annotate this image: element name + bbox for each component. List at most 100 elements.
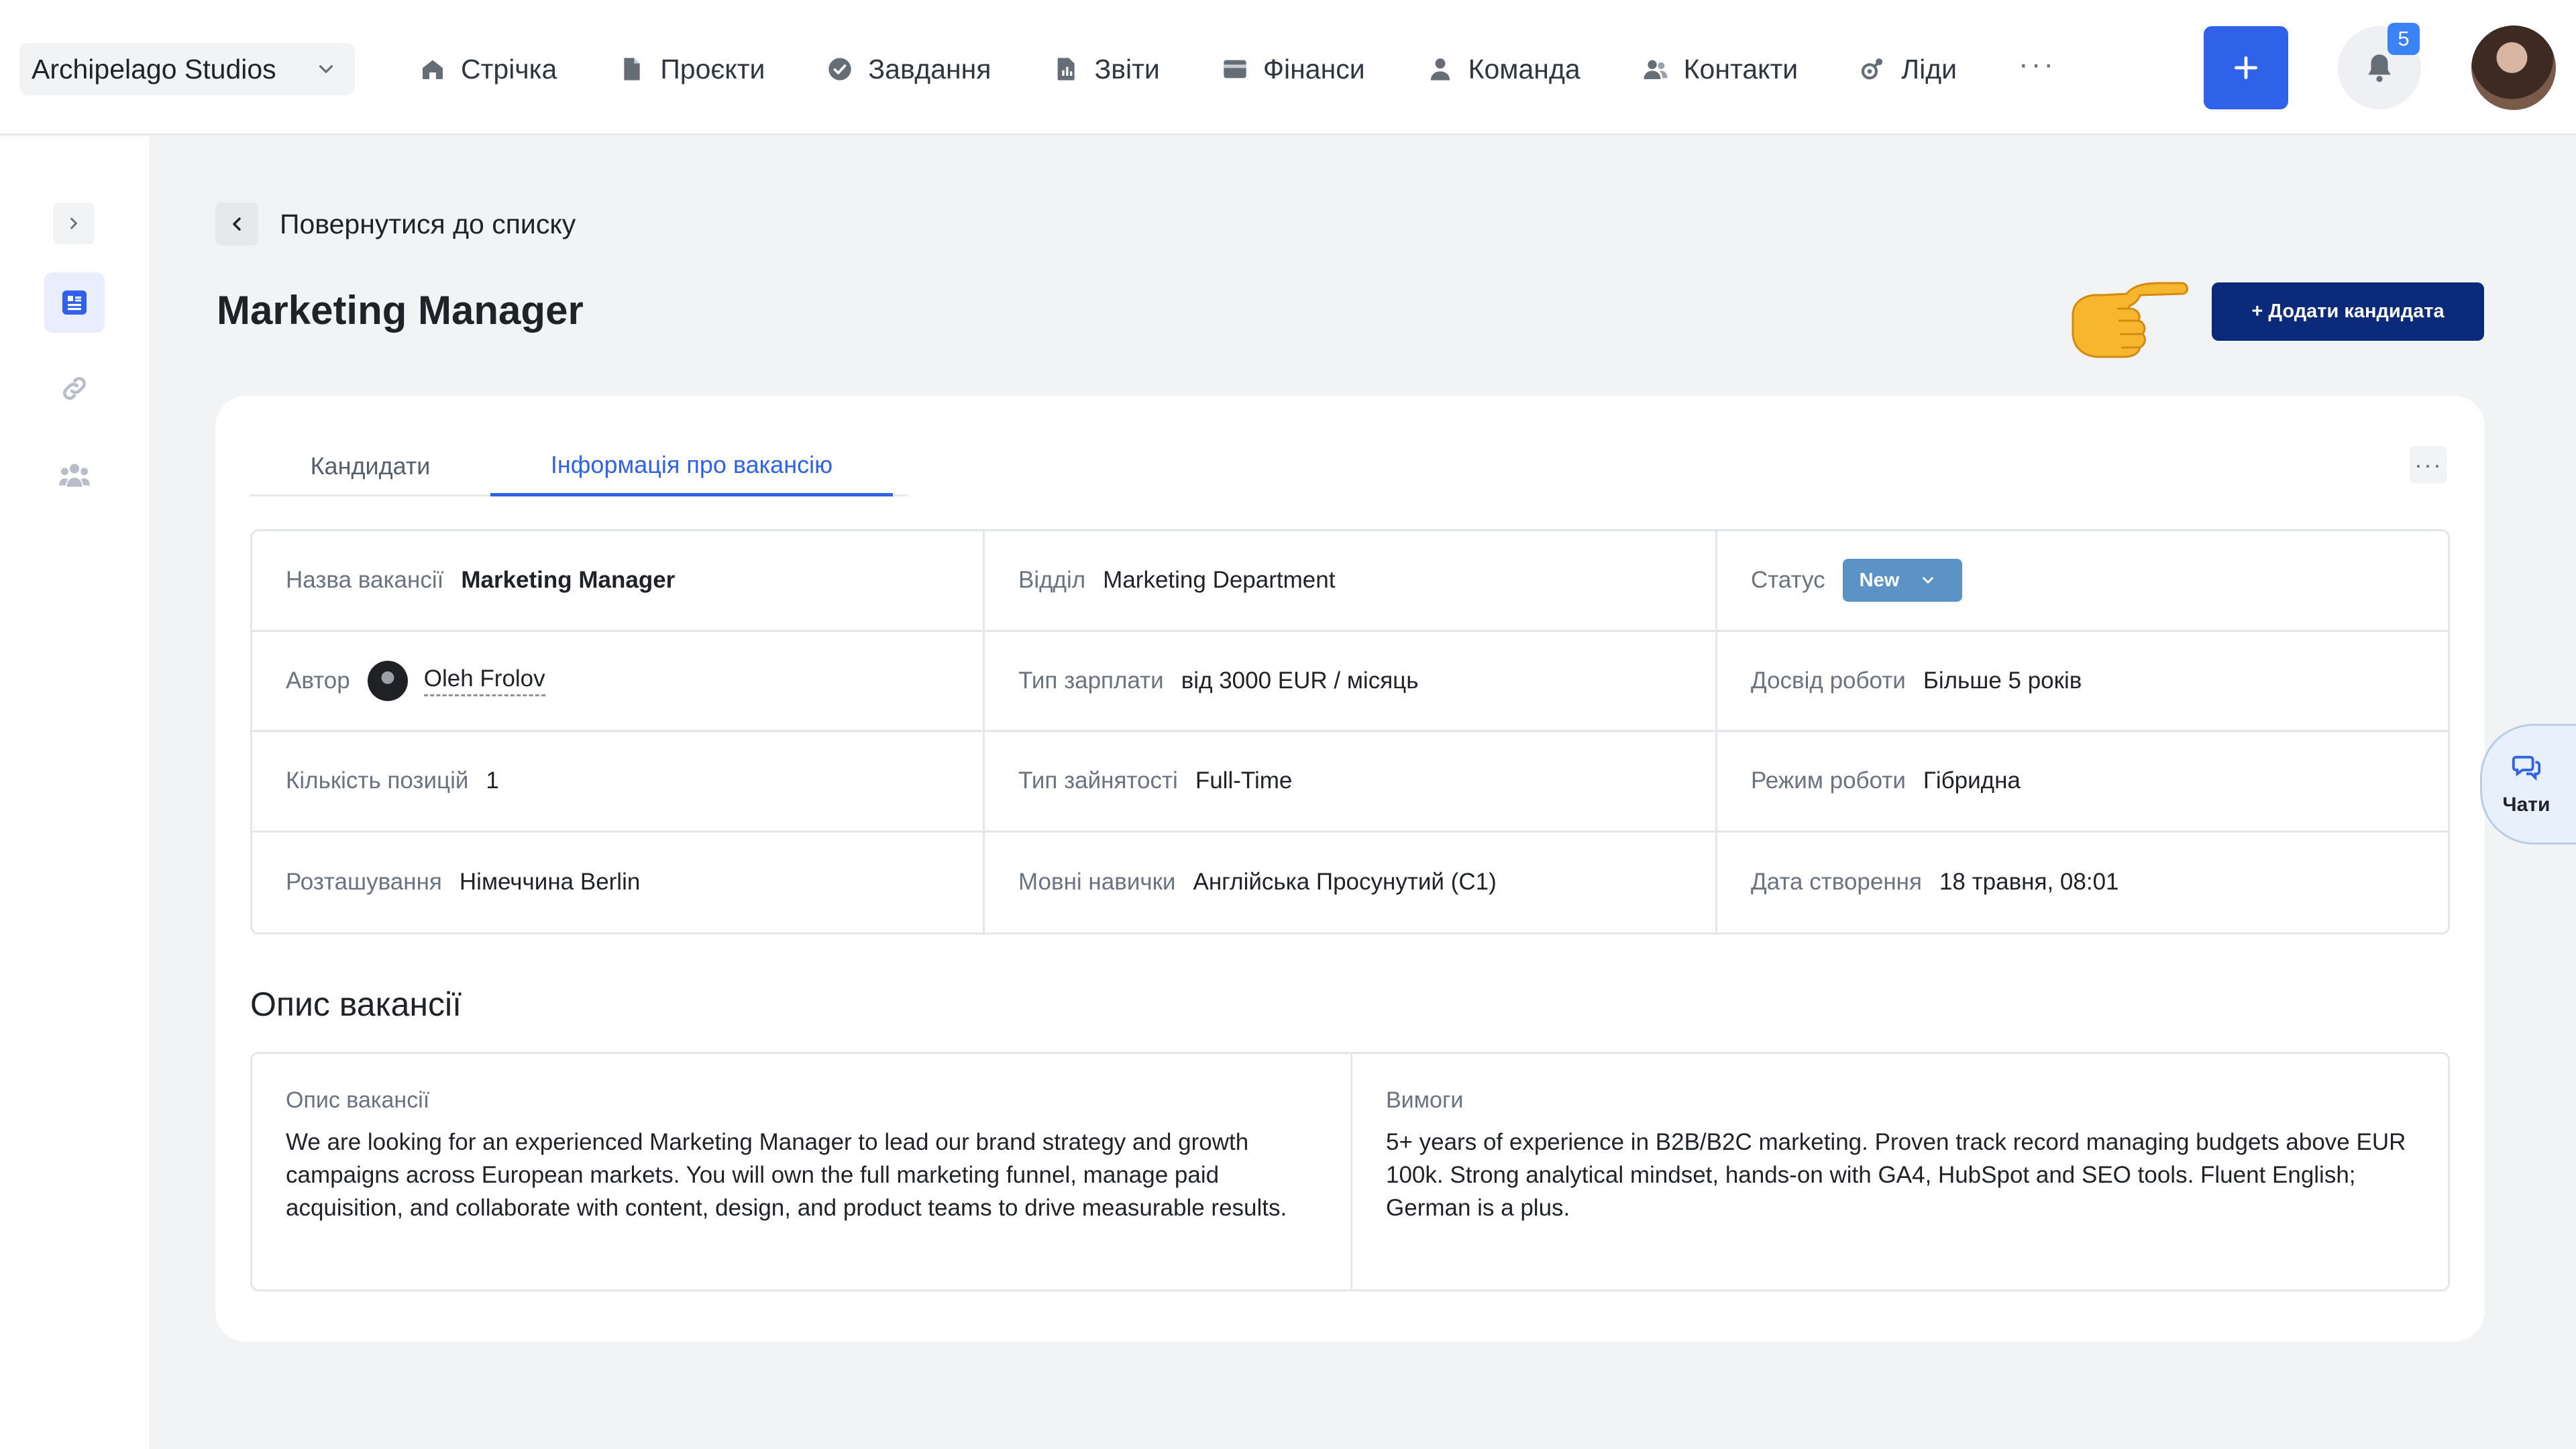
- company-selector[interactable]: Archipelago Studios: [19, 43, 355, 95]
- nav-item-label: Звіти: [1094, 53, 1160, 85]
- description-section-title: Опис вакансії: [250, 985, 462, 1023]
- nav-item-contacts[interactable]: Контакти: [1642, 43, 1799, 95]
- check-circle-icon: [828, 58, 852, 80]
- field-label: Назва вакансії: [286, 567, 444, 594]
- vacancy-card: Кандидати Інформація про вакансію ··· На…: [215, 396, 2485, 1342]
- nav-item-leads[interactable]: Ліди: [1860, 43, 1957, 95]
- field-value: Англійська Просунутий (C1): [1193, 869, 1497, 896]
- field-label: Мовні навички: [1018, 869, 1176, 896]
- leads-icon: [1862, 58, 1883, 80]
- user-icon: [1430, 58, 1450, 80]
- sidebar-item-team[interactable]: [44, 445, 105, 506]
- info-languages: Мовні навички Англійська Просунутий (C1): [985, 832, 1717, 932]
- home-icon: [423, 60, 443, 79]
- info-salary-type: Тип зарплати від 3000 EUR / місяць: [985, 631, 1717, 732]
- nav-item-label: Контакти: [1683, 53, 1799, 85]
- quick-add-button[interactable]: [2204, 26, 2288, 109]
- notifications-badge: 5: [2387, 23, 2420, 55]
- info-department: Відділ Marketing Department: [985, 531, 1717, 632]
- field-label: Статус: [1751, 567, 1825, 594]
- info-work-mode: Режим роботи Гібридна: [1717, 732, 2448, 833]
- field-label: Режим роботи: [1751, 767, 1906, 794]
- nav-more-button[interactable]: ···: [2019, 48, 2056, 81]
- vacancy-info-grid: Назва вакансії Marketing Manager Відділ …: [250, 529, 2450, 934]
- field-value: Гібридна: [1923, 767, 2021, 794]
- field-value: Більше 5 років: [1923, 667, 2082, 694]
- nav-item-label: Команда: [1468, 53, 1580, 85]
- tab-candidates[interactable]: Кандидати: [250, 436, 490, 496]
- top-bar: Archipelago Studios Стрічка Проєкти Завд…: [0, 0, 2576, 135]
- field-value: Marketing Department: [1103, 567, 1336, 594]
- info-created: Дата створення 18 травня, 08:01: [1717, 833, 2448, 933]
- plus-icon: [2234, 56, 2258, 80]
- status-dropdown[interactable]: New: [1842, 559, 1962, 602]
- author-link[interactable]: Oleh Frolov: [423, 665, 545, 696]
- chevron-left-icon: [233, 217, 241, 231]
- company-name: Archipelago Studios: [32, 53, 276, 85]
- chat-icon: [2512, 755, 2541, 781]
- file-icon: [624, 58, 640, 80]
- description-column: Опис вакансії We are looking for an expe…: [252, 1054, 1352, 1289]
- author-avatar: [367, 660, 408, 701]
- more-options-button[interactable]: ···: [2410, 446, 2447, 484]
- page-title: Marketing Manager: [217, 288, 584, 333]
- field-value: Full-Time: [1195, 767, 1293, 794]
- field-value: Німеччина Berlin: [459, 869, 641, 896]
- field-label: Дата створення: [1751, 869, 1922, 896]
- info-status: Статус New: [1717, 531, 2448, 632]
- status-value: New: [1859, 569, 1900, 591]
- chat-tab-label: Чати: [2502, 794, 2551, 816]
- description-label: Опис вакансії: [286, 1087, 430, 1113]
- field-label: Відділ: [1018, 567, 1086, 594]
- field-value: від 3000 EUR / місяць: [1181, 667, 1419, 694]
- nav-item-label: Завдання: [868, 53, 991, 85]
- chat-tab[interactable]: Чати: [2480, 724, 2576, 845]
- contacts-icon: [1644, 60, 1668, 79]
- nav-item-label: Ліди: [1901, 53, 1957, 85]
- nav-item-label: Стрічка: [461, 53, 557, 85]
- chevron-right-icon: [70, 217, 77, 229]
- nav-item-label: Проєкти: [660, 53, 765, 85]
- bell-icon: [2368, 54, 2391, 83]
- description-box: Опис вакансії We are looking for an expe…: [250, 1052, 2450, 1291]
- users-group-icon: [59, 464, 90, 487]
- info-location: Розташування Німеччина Berlin: [252, 832, 985, 932]
- user-avatar[interactable]: [2471, 25, 2556, 110]
- nav-item-feed[interactable]: Стрічка: [419, 43, 557, 95]
- tab-vacancy-info[interactable]: Інформація про вакансію: [490, 436, 893, 496]
- wallet-icon: [1224, 60, 1246, 78]
- left-sidebar: [0, 136, 149, 1449]
- nav-item-label: Фінанси: [1263, 53, 1365, 85]
- field-value: Marketing Manager: [461, 567, 676, 594]
- back-link-label[interactable]: Повернутися до списку: [280, 209, 576, 240]
- field-label: Автор: [286, 667, 350, 694]
- nav-item-finance[interactable]: Фінанси: [1222, 43, 1365, 95]
- tabs: Кандидати Інформація про вакансію: [250, 436, 908, 496]
- info-author: Автор Oleh Frolov: [252, 631, 985, 732]
- field-label: Розташування: [286, 869, 442, 896]
- sidebar-item-links[interactable]: [44, 358, 105, 419]
- pointing-hand-icon: [2072, 282, 2188, 358]
- sidebar-expand-button[interactable]: [53, 203, 95, 244]
- back-to-list[interactable]: Повернутися до списку: [215, 203, 576, 246]
- description-text: We are looking for an experienced Market…: [286, 1129, 1287, 1221]
- requirements-label: Вимоги: [1386, 1087, 1464, 1113]
- field-label: Кількість позицій: [286, 767, 469, 794]
- info-vacancy-name: Назва вакансії Marketing Manager: [252, 531, 985, 632]
- back-button[interactable]: [215, 203, 258, 246]
- chevron-down-icon: [319, 65, 333, 73]
- info-positions: Кількість позицій 1: [252, 732, 985, 833]
- nav-item-reports[interactable]: Звіти: [1053, 43, 1160, 95]
- report-icon: [1057, 58, 1075, 80]
- nav-item-team[interactable]: Команда: [1427, 43, 1580, 95]
- requirements-text: 5+ years of experience in B2B/B2C market…: [1386, 1129, 2406, 1221]
- field-value: 1: [486, 767, 499, 794]
- sidebar-item-vacancies[interactable]: [44, 272, 105, 333]
- chevron-down-icon: [1923, 577, 1934, 584]
- main-nav: Стрічка Проєкти Завдання Звіти Фінанси К…: [419, 43, 2056, 95]
- nav-item-tasks[interactable]: Завдання: [826, 43, 991, 95]
- link-icon: [62, 376, 87, 400]
- requirements-column: Вимоги 5+ years of experience in B2B/B2C…: [1352, 1054, 2448, 1289]
- nav-item-projects[interactable]: Проєкти: [619, 43, 765, 95]
- add-candidate-button[interactable]: + Додати кандидата: [2212, 282, 2484, 341]
